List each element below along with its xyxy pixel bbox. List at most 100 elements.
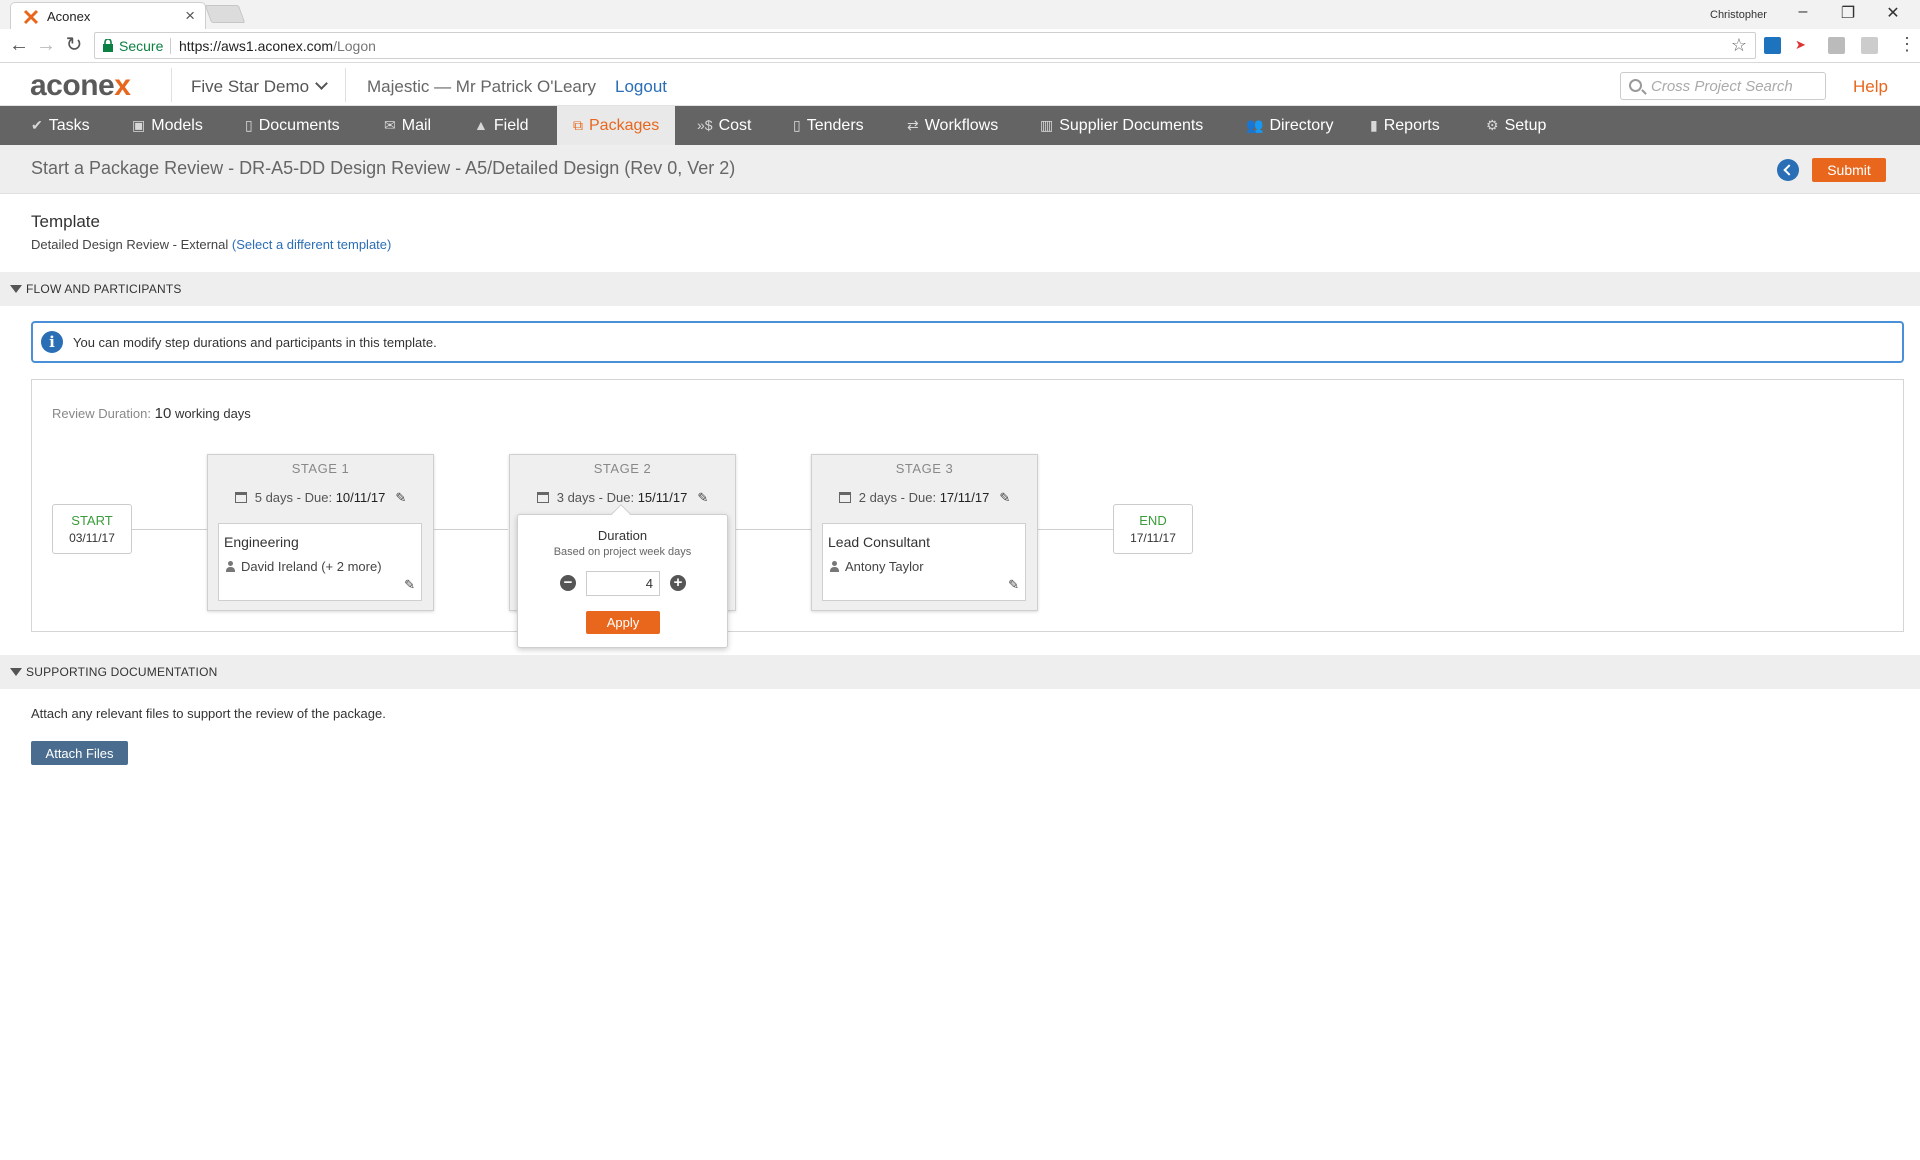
close-window-icon[interactable]: ✕ [1878, 3, 1908, 23]
search-input[interactable] [1651, 76, 1821, 96]
nav-workflows[interactable]: ⇄ Workflows [907, 106, 998, 145]
project-name: Five Star Demo [191, 77, 310, 96]
project-selector[interactable]: Five Star Demo [191, 77, 328, 97]
tab-title: Aconex [47, 9, 91, 24]
trello-extension-icon[interactable] [1764, 37, 1781, 54]
person-icon [830, 561, 839, 572]
nav-tasks[interactable]: ✔ Tasks [31, 106, 90, 145]
cross-project-search[interactable] [1620, 72, 1826, 100]
edit-participants-icon[interactable]: ✎ [404, 577, 415, 593]
new-tab-button[interactable] [204, 5, 246, 23]
nav-field[interactable]: ▲ Field [474, 106, 529, 145]
org-user-name: Majestic — Mr Patrick O'Leary [367, 77, 597, 96]
edit-duration-icon[interactable]: ✎ [999, 490, 1010, 506]
url-text: https://aws1.aconex.com/Logon [179, 38, 376, 54]
page-title: Start a Package Review - DR-A5-DD Design… [31, 158, 736, 178]
duration-popover: Duration Based on project week days − + … [517, 504, 728, 648]
submit-button[interactable]: Submit [1812, 158, 1886, 182]
header-divider [171, 68, 172, 102]
nav-supplier-documents[interactable]: ▥ Supplier Documents [1040, 106, 1203, 145]
participant-name: Antony Taylor [830, 559, 924, 574]
document-icon: ▯ [245, 117, 253, 133]
review-duration-value: 10 [154, 405, 172, 422]
main-nav: ✔ Tasks ▣ Models ▯ Documents ✉ Mail ▲ Field ⧉… [0, 106, 1920, 145]
bookmark-extension-icon[interactable]: ➤ [1795, 37, 1812, 54]
review-duration: Review Duration: 10 working days [52, 405, 251, 422]
nav-directory[interactable]: 👥 Directory [1246, 106, 1333, 145]
stage-3: STAGE 3 2 days - Due: 17/11/17 ✎ Lead Con… [811, 454, 1038, 611]
section-label: SUPPORTING DOCUMENTATION [26, 665, 218, 679]
supplier-documents-icon: ▥ [1040, 117, 1054, 133]
bar-chart-icon: ▮ [1370, 117, 1378, 133]
aconex-favicon-icon [23, 9, 39, 25]
tenders-icon: ▯ [793, 117, 801, 133]
back-arrow-icon[interactable]: ← [7, 34, 31, 56]
attach-files-button[interactable]: Attach Files [31, 741, 128, 765]
person-icon [226, 561, 235, 572]
restore-icon[interactable]: ❐ [1833, 3, 1863, 23]
stage-duration: 3 days - Due: 15/11/17 ✎ [510, 490, 735, 506]
back-chevron-icon[interactable] [1777, 159, 1799, 181]
edit-duration-icon[interactable]: ✎ [697, 490, 708, 506]
address-bar[interactable]: Secure https://aws1.aconex.com/Logon ☆ [94, 32, 1756, 59]
duration-input[interactable] [586, 571, 660, 596]
browser-tab[interactable]: Aconex × [10, 2, 206, 29]
decrement-icon[interactable]: − [560, 575, 576, 591]
flow-end: END 17/11/17 [1113, 504, 1193, 554]
reload-icon[interactable]: ↻ [62, 34, 86, 56]
check-icon: ✔ [31, 117, 43, 133]
aconex-logo[interactable]: aconex [30, 69, 131, 103]
collapse-triangle-icon [10, 668, 22, 676]
template-name: Detailed Design Review - External (Selec… [31, 237, 392, 252]
flow-connector [131, 529, 208, 530]
gear-icon: ⚙ [1486, 117, 1499, 133]
end-date: 17/11/17 [1130, 531, 1176, 545]
calendar-icon [838, 492, 851, 503]
edit-duration-icon[interactable]: ✎ [395, 490, 406, 506]
nav-packages[interactable]: ⧉ Packages [557, 106, 676, 145]
tab-close-icon[interactable]: × [185, 6, 195, 26]
logout-link[interactable]: Logout [615, 77, 667, 97]
edit-participants-icon[interactable]: ✎ [1008, 577, 1019, 593]
pdf-extension-icon[interactable] [1861, 37, 1878, 54]
increment-icon[interactable]: + [670, 575, 686, 591]
support-section-header[interactable]: SUPPORTING DOCUMENTATION [0, 655, 1920, 689]
nav-models[interactable]: ▣ Models [132, 106, 203, 145]
support-description: Attach any relevant files to support the… [31, 706, 386, 721]
search-icon [1629, 79, 1642, 92]
stage-1: STAGE 1 5 days - Due: 10/11/17 ✎ Engineer… [207, 454, 434, 611]
help-link[interactable]: Help [1853, 77, 1888, 97]
minimize-icon[interactable]: – [1788, 3, 1818, 21]
participant-role: Engineering [224, 534, 299, 550]
browser-toolbar: ← → ↻ Secure https://aws1.aconex.com/Log… [0, 29, 1920, 63]
secure-label: Secure [119, 38, 164, 54]
browser-menu-icon[interactable]: ⋮ [1898, 34, 1916, 55]
bookmark-star-icon[interactable]: ☆ [1731, 35, 1747, 56]
packages-icon: ⧉ [573, 117, 583, 133]
select-different-template-link[interactable]: (Select a different template) [232, 237, 391, 252]
people-icon: 👥 [1246, 117, 1264, 133]
nav-mail[interactable]: ✉ Mail [384, 106, 431, 145]
browser-titlebar: Aconex × Christopher – ❐ ✕ [0, 0, 1920, 29]
info-text: You can modify step durations and partic… [73, 335, 437, 350]
info-notice: i You can modify step durations and part… [31, 321, 1904, 363]
apply-button[interactable]: Apply [586, 611, 660, 634]
g-extension-icon[interactable] [1828, 37, 1845, 54]
participant-card: Lead Consultant Antony Taylor ✎ [822, 523, 1026, 601]
nav-cost[interactable]: »$ Cost [697, 106, 751, 145]
stage-title: STAGE 1 [291, 461, 350, 476]
nav-documents[interactable]: ▯ Documents [245, 106, 340, 145]
forward-arrow-icon[interactable]: → [34, 34, 58, 56]
nav-tenders[interactable]: ▯ Tenders [793, 106, 864, 145]
flow-section-header[interactable]: FLOW AND PARTICIPANTS [0, 272, 1920, 306]
stage-duration: 5 days - Due: 10/11/17 ✎ [208, 490, 433, 506]
nav-setup[interactable]: ⚙ Setup [1486, 106, 1546, 145]
nav-reports[interactable]: ▮ Reports [1370, 106, 1440, 145]
calendar-icon [536, 492, 549, 503]
profile-name[interactable]: Christopher [1710, 9, 1767, 21]
flow-connector [735, 529, 811, 530]
section-label: FLOW AND PARTICIPANTS [26, 282, 182, 296]
stage-duration: 2 days - Due: 17/11/17 ✎ [812, 490, 1037, 506]
cost-icon: »$ [697, 117, 713, 133]
lock-icon [103, 39, 113, 52]
